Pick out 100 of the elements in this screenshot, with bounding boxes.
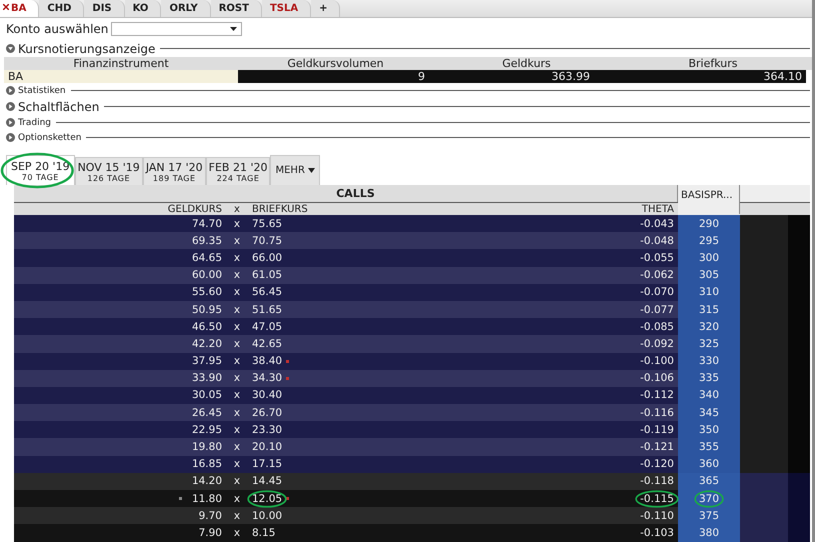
separator-x: x bbox=[232, 372, 242, 384]
strike-cell: 360 bbox=[678, 456, 740, 473]
symbol-tab[interactable]: BA bbox=[0, 0, 40, 17]
theta-cell: -0.106 bbox=[640, 372, 674, 384]
column-header: Geldkursvolumen bbox=[286, 57, 385, 70]
column-header: Finanzinstrument bbox=[72, 57, 170, 70]
separator-x: x bbox=[232, 406, 242, 419]
ask-cell: 364.10 bbox=[620, 70, 806, 83]
highlight-ring bbox=[635, 490, 679, 508]
bid-cell: 74.70 bbox=[192, 218, 222, 230]
theta-cell: -0.085 bbox=[640, 320, 674, 333]
separator-x: x bbox=[232, 252, 242, 264]
ask-cell: 66.00 bbox=[252, 252, 282, 264]
theta-cell: -0.110 bbox=[640, 510, 674, 522]
column-header: BRIEFKURS bbox=[252, 204, 309, 214]
expand-icon[interactable] bbox=[6, 133, 15, 142]
strike-cell: 325 bbox=[678, 335, 740, 352]
separator-x: x bbox=[232, 286, 242, 298]
strike-header: BASISPR... bbox=[678, 185, 740, 214]
separator-x: x bbox=[232, 441, 242, 454]
bid-cell: 64.65 bbox=[192, 252, 222, 264]
column-header: GELDKURS bbox=[166, 204, 222, 214]
symbol-tab[interactable]: CHD bbox=[39, 0, 84, 17]
theta-cell: -0.115 bbox=[640, 492, 674, 505]
ask-cell: 8.15 bbox=[252, 526, 276, 539]
more-button[interactable]: MEHR bbox=[270, 155, 320, 185]
theta-cell: -0.120 bbox=[640, 458, 674, 470]
theta-cell: -0.055 bbox=[640, 252, 674, 264]
column-header: THETA bbox=[640, 204, 675, 214]
strike-cell: 310 bbox=[678, 284, 740, 301]
instrument-cell: BA bbox=[4, 70, 238, 83]
expand-icon[interactable] bbox=[6, 86, 15, 95]
bid-cell: 22.95 bbox=[192, 424, 222, 436]
bid-cell: 60.00 bbox=[192, 269, 222, 282]
ask-cell: 34.30 bbox=[252, 372, 282, 384]
bid-cell: 30.05 bbox=[192, 389, 222, 402]
separator-x: x bbox=[232, 475, 242, 488]
symbol-tab[interactable]: ROST bbox=[210, 0, 262, 17]
separator-x: x bbox=[232, 218, 242, 230]
header-cell bbox=[740, 185, 810, 202]
strike-cell: 345 bbox=[678, 404, 740, 422]
section-title[interactable]: Optionsketten bbox=[18, 132, 82, 142]
caret-icon bbox=[308, 168, 315, 173]
collapse-icon[interactable] bbox=[6, 44, 15, 53]
theta-cell: -0.121 bbox=[640, 441, 674, 454]
strike-cell: 380 bbox=[678, 524, 740, 542]
separator-x: x bbox=[232, 424, 242, 436]
expand-icon[interactable] bbox=[6, 102, 15, 111]
symbol-tab[interactable]: + bbox=[311, 0, 340, 17]
expiry-tab[interactable]: FEB 21 '20 224 TAGE bbox=[206, 157, 270, 185]
ask-cell: 14.45 bbox=[252, 475, 282, 488]
separator-x: x bbox=[232, 320, 242, 333]
ask-cell: 70.75 bbox=[252, 234, 282, 247]
section-title[interactable]: Schaltflächen bbox=[18, 100, 100, 114]
separator-x: x bbox=[232, 355, 242, 368]
theta-cell: -0.048 bbox=[640, 234, 674, 247]
symbol-tab[interactable]: KO bbox=[124, 0, 162, 17]
expiry-tab[interactable]: NOV 15 '19 126 TAGE bbox=[74, 157, 143, 185]
bid-cell: 11.80 bbox=[192, 492, 222, 505]
expiry-tab[interactable]: JAN 17 '20 189 TAGE bbox=[142, 157, 206, 185]
bid-cell: 9.70 bbox=[198, 510, 222, 522]
strike-cell: 295 bbox=[678, 232, 740, 250]
bid-size-cell: 9 bbox=[238, 70, 433, 83]
ask-cell: 42.65 bbox=[252, 338, 282, 350]
bid-cell: 16.85 bbox=[192, 458, 222, 470]
strike-cell: 300 bbox=[678, 249, 740, 267]
bid-cell: 363.99 bbox=[433, 70, 620, 83]
symbol-tab[interactable]: ORLY bbox=[161, 0, 211, 17]
ask-cell: 30.40 bbox=[252, 389, 282, 402]
section-title[interactable]: Kursnotierungsanzeige bbox=[18, 42, 156, 56]
separator-x: x bbox=[232, 458, 242, 470]
expand-icon[interactable] bbox=[6, 118, 15, 127]
strike-cell: 375 bbox=[678, 507, 740, 524]
bid-cell: 42.20 bbox=[192, 338, 222, 350]
section-title[interactable]: Trading bbox=[18, 118, 52, 128]
symbol-tab[interactable]: DIS bbox=[84, 0, 125, 17]
strike-cell: 370 bbox=[678, 490, 740, 508]
separator-x: x bbox=[232, 510, 242, 522]
theta-cell: -0.103 bbox=[640, 526, 674, 539]
theta-cell: -0.077 bbox=[640, 304, 674, 316]
theta-cell: -0.119 bbox=[640, 424, 674, 436]
strike-cell: 315 bbox=[678, 300, 740, 318]
symbol-tab[interactable]: TSLA bbox=[262, 0, 312, 17]
strike-cell: 320 bbox=[678, 318, 740, 336]
section-title[interactable]: Statistiken bbox=[18, 86, 66, 96]
separator-x: x bbox=[232, 338, 242, 350]
theta-cell: -0.092 bbox=[640, 338, 674, 350]
separator-x: x bbox=[232, 269, 242, 282]
ask-cell: 26.70 bbox=[252, 406, 282, 419]
separator-x: x bbox=[232, 389, 242, 402]
strike-cell: 340 bbox=[678, 386, 740, 404]
close-icon[interactable] bbox=[3, 4, 9, 10]
bid-cell: 7.90 bbox=[198, 526, 222, 539]
theta-cell: -0.116 bbox=[640, 406, 674, 419]
strike-cell: 355 bbox=[678, 438, 740, 456]
ask-cell: 38.40 bbox=[252, 355, 282, 368]
ask-cell: 56.45 bbox=[252, 286, 282, 298]
strike-cell: 365 bbox=[678, 472, 740, 490]
ask-cell: 51.65 bbox=[252, 304, 282, 316]
theta-cell: -0.118 bbox=[640, 475, 674, 488]
